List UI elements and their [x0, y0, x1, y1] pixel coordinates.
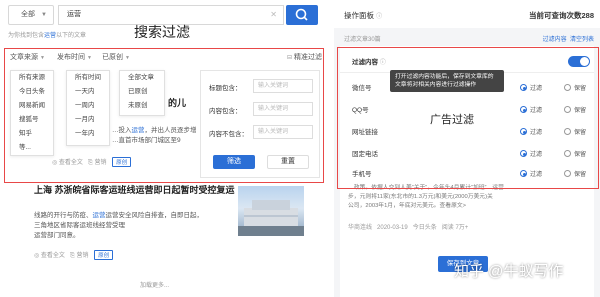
- remaining-count: 当前可查询次数288: [528, 11, 594, 20]
- building-image: [238, 200, 304, 236]
- tip-keyword: 运营: [44, 33, 57, 39]
- search-input-value: 运营: [67, 11, 81, 18]
- share-icon: ⎘: [69, 253, 75, 259]
- original-badge: 原创: [94, 250, 114, 260]
- panel-header: 操作面板 ⓘ 当前可查询次数288: [334, 0, 600, 28]
- clear-icon[interactable]: ✕: [270, 6, 277, 24]
- scope-select-value: 全部: [21, 11, 35, 18]
- screenshot: 全部 ▼ 运营 ✕ 为你找到包含运营以下的文章 搜索过滤 文章来源 ▼ 发布时间 ▼…: [0, 0, 600, 297]
- watermark: 知乎 @牛蚁写作: [454, 263, 564, 280]
- search-button[interactable]: [286, 5, 318, 25]
- eye-icon: ◎: [34, 253, 40, 259]
- preview-meta: 华商连线 2020-03-19 今日头条 阅读 7万+: [348, 225, 469, 231]
- article-thumbnail[interactable]: [238, 186, 304, 236]
- panel-title: 操作面板 ⓘ: [344, 11, 383, 20]
- article-actions: ◎ 查看全文 ⎘ 营销 原创: [34, 250, 114, 260]
- article-snippet: 线路的开行与防疫、运营运营安全风险自排查，自即日起， 三角地区省际客运班线经营受…: [34, 212, 203, 239]
- clear-list-link[interactable]: 清空列表: [570, 37, 594, 43]
- view-all-link[interactable]: 查看全文: [41, 253, 65, 259]
- search-panel: 全部 ▼ 运营 ✕ 为你找到包含运营以下的文章 搜索过滤 文章来源 ▼ 发布时间 ▼…: [0, 0, 326, 297]
- scope-select[interactable]: 全部 ▼: [8, 5, 54, 25]
- help-icon[interactable]: ⓘ: [376, 14, 382, 20]
- article-title[interactable]: 上海 苏浙皖省际客运班线运营即日起暂时受控复运: [34, 184, 264, 196]
- operation-panel: 操作面板 ⓘ 当前可查询次数288 过滤文章30篇 过滤内容 清空列表 过滤内容…: [334, 0, 600, 297]
- highlight-box: [4, 48, 324, 183]
- panel-links: 过滤内容 清空列表: [543, 34, 594, 43]
- chevron-down-icon: ▼: [41, 12, 47, 18]
- filter-content-link[interactable]: 过滤内容: [543, 37, 567, 43]
- search-icon: [295, 8, 308, 21]
- annotation-title: 搜索过滤: [134, 24, 190, 40]
- search-tip: 为你找到包含运营以下的文章: [8, 33, 87, 39]
- highlight-box: [337, 47, 599, 189]
- share-link[interactable]: 营销: [76, 253, 88, 259]
- load-more-link[interactable]: 加载更多...: [140, 280, 169, 289]
- found-count: 过滤文章30篇: [344, 37, 381, 43]
